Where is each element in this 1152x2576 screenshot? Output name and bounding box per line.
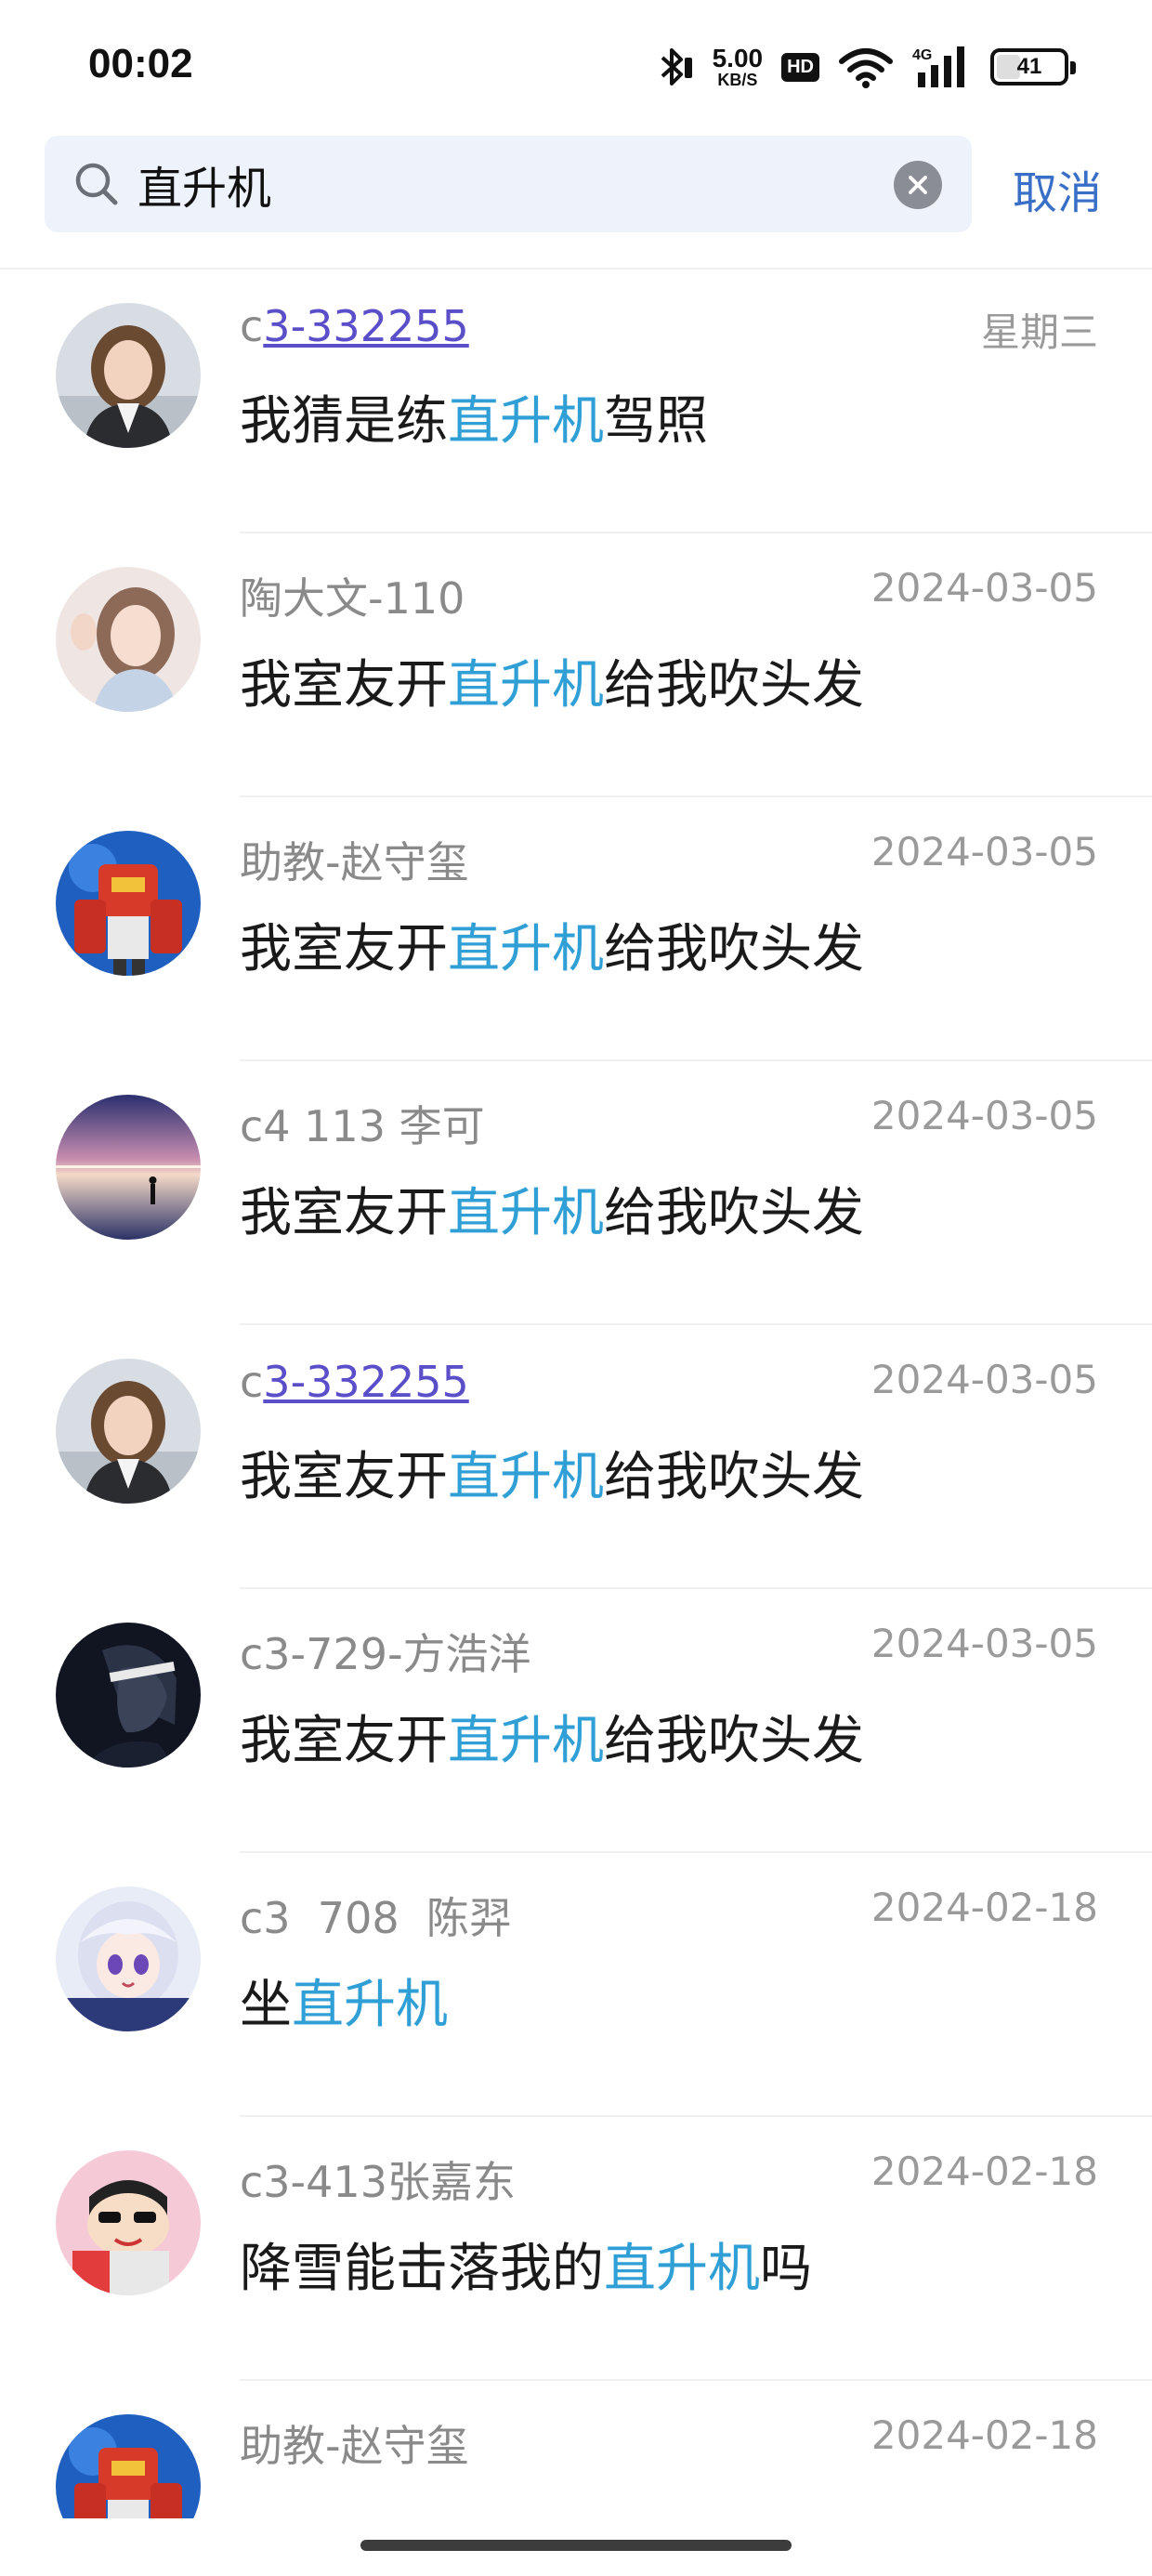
- list-item[interactable]: c4 113 李可 2024-03-05 我室友开直升机给我吹头发: [0, 1061, 1152, 1325]
- night-sky-avatar[interactable]: [56, 1095, 201, 1240]
- contact-name: 助教-赵守玺: [240, 829, 469, 890]
- list-item[interactable]: c3 708 陈羿 2024-02-18 坐直升机: [0, 1853, 1152, 2117]
- contact-name-text: 助教-赵守玺: [240, 837, 469, 887]
- message-text-highlight: 直升机: [448, 391, 604, 452]
- list-item[interactable]: c3-332255 星期三我猜是练直升机驾照: [0, 269, 1152, 533]
- message-preview: 我室友开直升机给我吹头发: [240, 1699, 864, 1774]
- battery-level-text: 41: [1016, 54, 1042, 79]
- message-date: 星期三: [980, 309, 1098, 355]
- message-text-before: 我室友开: [240, 655, 448, 716]
- message-date: 2024-02-18: [871, 2149, 1098, 2194]
- clear-icon[interactable]: [894, 161, 942, 209]
- message-preview: 我室友开直升机给我吹头发: [240, 907, 864, 982]
- message-text-highlight: 直升机: [604, 2239, 760, 2299]
- contact-name: c3-729-方浩洋: [240, 1621, 531, 1682]
- list-item[interactable]: 助教-赵守玺 2024-02-18: [0, 2381, 1152, 2518]
- hd-icon: HD: [781, 52, 819, 82]
- robot-avatar[interactable]: [56, 831, 201, 976]
- message-text-before: 我室友开: [240, 1447, 448, 1507]
- message-text-highlight: 直升机: [292, 1975, 448, 2035]
- message-text-after: 吗: [760, 2239, 812, 2299]
- list-item[interactable]: 陶大文-110 2024-03-05 我室友开直升机给我吹头发: [0, 533, 1152, 797]
- wifi-icon: [838, 45, 894, 89]
- network-speed-value: 5.00: [712, 44, 764, 72]
- message-date: 2024-03-05: [871, 1357, 1098, 1402]
- contact-name-text: c3-413张嘉东: [240, 2157, 516, 2207]
- network-speed: 5.00 KB/S: [712, 44, 764, 89]
- list-item[interactable]: 助教-赵守玺 2024-03-05 我室友开直升机给我吹头发: [0, 797, 1152, 1061]
- message-text-before: 我室友开: [240, 1183, 448, 1243]
- message-preview: 降雪能击落我的直升机吗: [240, 2227, 812, 2302]
- search-result-list: c3-332255 星期三 我猜是练直升机驾照 陶大文-110 2024-03-05 我室…: [0, 269, 1152, 2518]
- battery-icon: 41: [990, 48, 1076, 85]
- message-text-before: 降雪能击落我的: [240, 2239, 604, 2299]
- search-input[interactable]: [137, 152, 899, 216]
- message-text-before: 坐: [240, 1975, 292, 2035]
- message-text-after: 给我吹头发: [604, 655, 864, 716]
- contact-name: c3 708 陈羿: [240, 1885, 512, 1946]
- cancel-button[interactable]: 取消: [1013, 156, 1102, 221]
- bluetooth-icon: [653, 45, 694, 89]
- contact-name: c3-332255: [240, 301, 469, 351]
- contact-name: c4 113 李可: [240, 1093, 485, 1154]
- message-text-highlight: 直升机: [448, 655, 604, 716]
- message-preview: 坐直升机: [240, 1963, 448, 2038]
- message-preview: 我猜是练直升机驾照: [240, 379, 708, 454]
- list-item[interactable]: c3-729-方浩洋 2024-03-05 我室友开直升机给我吹头发: [0, 1589, 1152, 1853]
- contact-name-prefix: c: [240, 1357, 264, 1407]
- message-text-after: 给我吹头发: [604, 1183, 864, 1243]
- signal-4g-icon: 4G: [912, 45, 972, 89]
- message-preview: 我室友开直升机给我吹头发: [240, 1171, 864, 1246]
- message-text-after: 给我吹头发: [604, 1447, 864, 1507]
- network-speed-unit: KB/S: [717, 71, 758, 89]
- message-text-after: 给我吹头发: [604, 919, 864, 979]
- robot-avatar[interactable]: [56, 2414, 201, 2518]
- contact-name: c3-413张嘉东: [240, 2149, 516, 2210]
- contact-name-text: 助教-赵守玺: [240, 2421, 469, 2471]
- anime-girl-avatar[interactable]: [56, 1886, 201, 2031]
- search-box[interactable]: [45, 136, 972, 232]
- message-text-before: 我室友开: [240, 919, 448, 979]
- list-item[interactable]: c3-413张嘉东 2024-02-18 降雪能击落我的直升机吗: [0, 2117, 1152, 2381]
- message-preview: 我室友开直升机给我吹头发: [240, 1435, 864, 1510]
- dark-anime-avatar[interactable]: [56, 1623, 201, 1768]
- message-date: 2024-03-05: [871, 829, 1098, 874]
- message-text-highlight: 直升机: [448, 1711, 604, 1771]
- message-preview: 我室友开直升机给我吹头发: [240, 643, 864, 718]
- message-text-highlight: 直升机: [448, 1183, 604, 1243]
- message-date: 2024-02-18: [871, 2412, 1098, 2458]
- search-icon: [71, 158, 123, 210]
- svg-text:4G: 4G: [912, 47, 932, 63]
- contact-name-prefix: c: [240, 301, 264, 351]
- message-text-after: 驾照: [604, 391, 708, 452]
- contact-name: 陶大文-110: [240, 565, 465, 626]
- home-indicator[interactable]: [360, 2540, 792, 2551]
- message-date: 2024-03-05: [871, 1621, 1098, 1666]
- contact-name-text: c3 708 陈羿: [240, 1893, 512, 1943]
- status-icons: 5.00 KB/S HD 4G 41: [653, 41, 1076, 93]
- contact-name: c3-332255: [240, 1357, 469, 1407]
- message-date: 2024-03-05: [871, 1093, 1098, 1138]
- cartoon-boy-avatar[interactable]: [56, 2150, 201, 2295]
- list-item[interactable]: c3-332255 2024-03-05 我室友开直升机给我吹头发: [0, 1325, 1152, 1589]
- message-text-before: 我猜是练: [240, 391, 448, 452]
- message-date: 2024-02-18: [871, 1885, 1098, 1930]
- status-bar: 00:02 5.00 KB/S HD 4G 41: [0, 0, 1152, 130]
- search-bar: 取消: [0, 130, 1152, 269]
- message-date: 2024-03-05: [871, 565, 1098, 611]
- message-text-highlight: 直升机: [448, 919, 604, 979]
- contact-name-text: c3-729-方浩洋: [240, 1629, 531, 1679]
- contact-name-text: 陶大文-110: [240, 573, 465, 624]
- message-text-after: 给我吹头发: [604, 1711, 864, 1771]
- contact-name-text: c4 113 李可: [240, 1101, 485, 1151]
- girl-photo-avatar[interactable]: [56, 303, 201, 448]
- contact-name-link[interactable]: 3-332255: [263, 1357, 468, 1407]
- girl-photo-avatar[interactable]: [56, 1359, 201, 1504]
- status-time: 00:02: [88, 41, 193, 86]
- contact-name: 助教-赵守玺: [240, 2412, 469, 2474]
- message-text-highlight: 直升机: [448, 1447, 604, 1507]
- waving-girl-avatar[interactable]: [56, 567, 201, 712]
- contact-name-link[interactable]: 3-332255: [263, 301, 468, 351]
- message-text-before: 我室友开: [240, 1711, 448, 1771]
